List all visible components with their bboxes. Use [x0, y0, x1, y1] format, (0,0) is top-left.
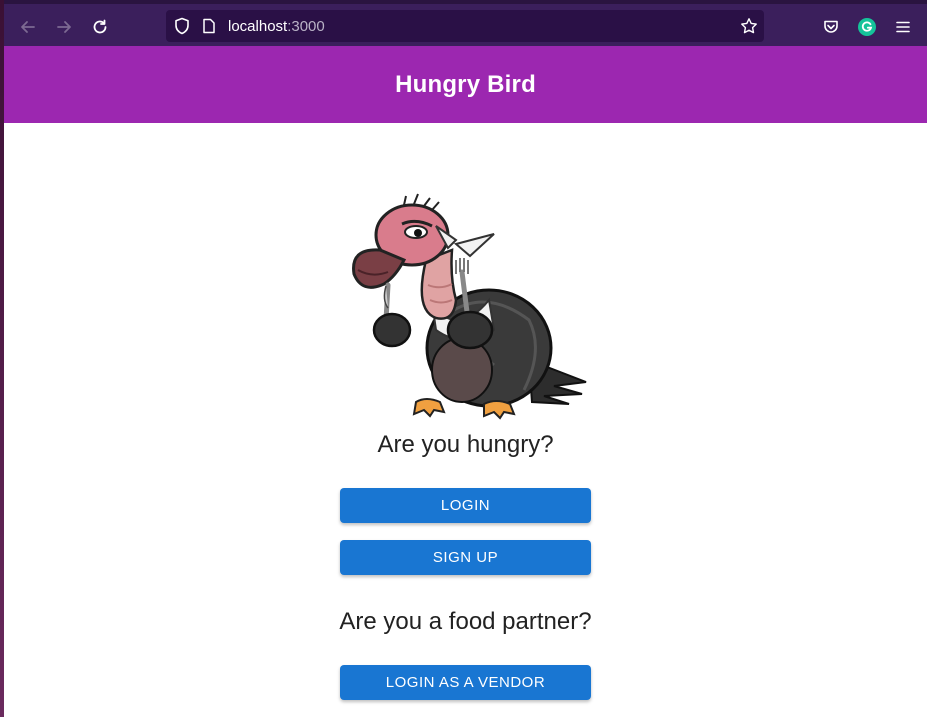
app-header: Hungry Bird: [4, 46, 927, 123]
address-bar[interactable]: localhost:3000: [166, 10, 764, 42]
sign-up-button[interactable]: SIGN UP: [340, 540, 591, 575]
forward-arrow-icon[interactable]: [50, 13, 78, 41]
pocket-icon[interactable]: [817, 13, 845, 41]
reload-icon[interactable]: [86, 13, 114, 41]
url-port: :3000: [287, 18, 325, 35]
grammarly-icon[interactable]: [853, 13, 881, 41]
url-text[interactable]: localhost:3000: [228, 18, 325, 35]
vulture-mascot-image: [344, 190, 594, 425]
browser-window: localhost:3000 Hungry Bird Are you hungr…: [4, 0, 927, 717]
back-arrow-icon[interactable]: [14, 13, 42, 41]
partner-heading: Are you a food partner?: [339, 608, 592, 635]
customer-heading: Are you hungry?: [377, 431, 554, 458]
star-icon[interactable]: [740, 17, 758, 40]
login-button[interactable]: LOGIN: [340, 488, 591, 523]
browser-toolbar: localhost:3000: [4, 0, 927, 46]
shield-icon[interactable]: [174, 17, 190, 40]
url-host: localhost: [228, 18, 288, 35]
app-title: Hungry Bird: [395, 70, 536, 98]
vendor-login-button[interactable]: LOGIN AS A VENDOR: [340, 665, 591, 700]
page-icon: [202, 18, 216, 39]
hamburger-menu-icon[interactable]: [889, 13, 917, 41]
